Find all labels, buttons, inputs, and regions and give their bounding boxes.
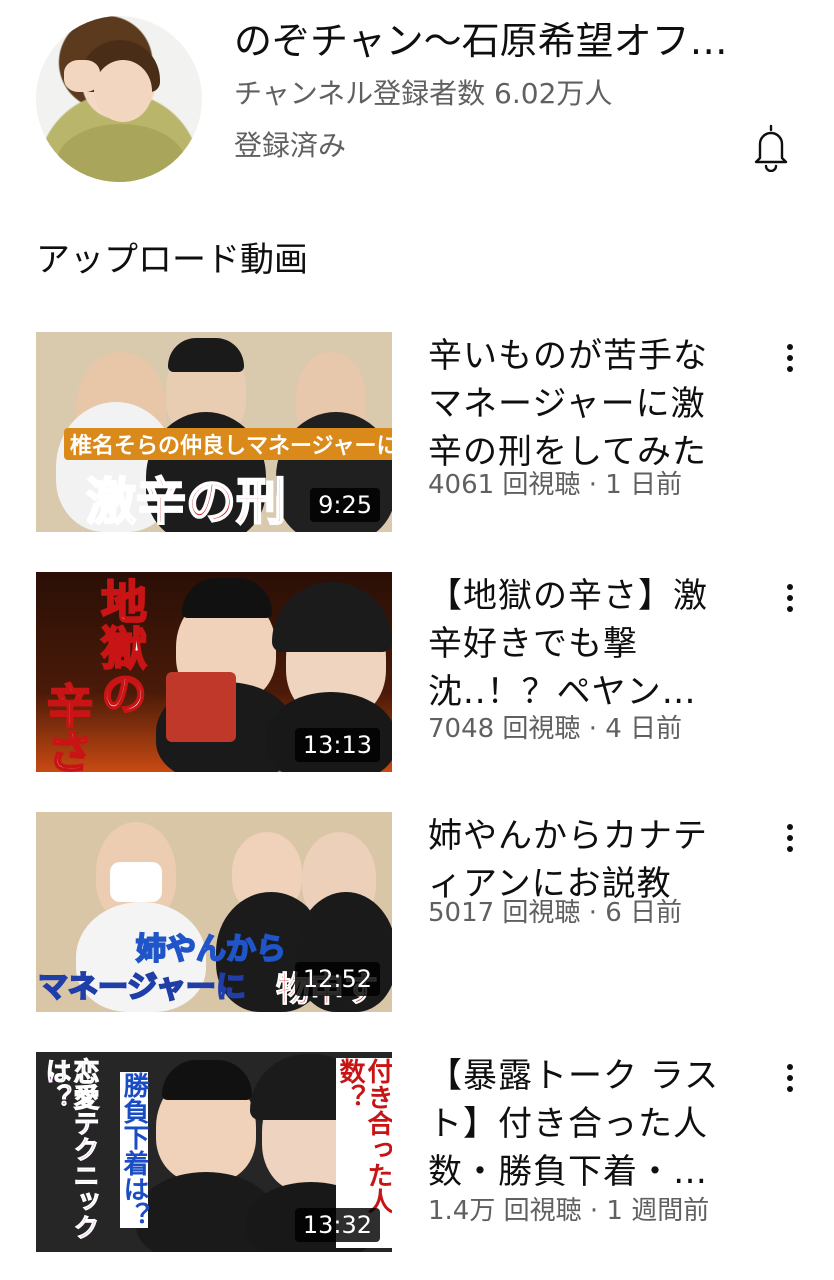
video-duration: 13:32	[294, 1208, 380, 1242]
more-options-button[interactable]	[772, 818, 808, 858]
more-options-button[interactable]	[772, 1058, 808, 1098]
thumbnail-caption: 椎名そらの仲良しマネージャーに	[64, 428, 392, 460]
subscribed-status[interactable]: 登録済み	[234, 126, 346, 166]
video-title[interactable]: 【暴露トーク ラスト】付き合った人数・勝負下着・…	[428, 1052, 728, 1196]
channel-avatar[interactable]	[36, 16, 202, 182]
section-title: アップロード動画	[36, 240, 308, 280]
thumbnail-caption: 恋愛テクニックは？	[41, 1058, 100, 1241]
bell-icon	[754, 124, 788, 173]
channel-name[interactable]: のぞチャン〜石原希望オフ…	[234, 16, 814, 66]
thumbnail-caption: 勝負下着は？	[119, 1072, 149, 1228]
video-item[interactable]: 恋愛テクニックは？ 勝負下着は？ 付き合った人数？ 13:32 【暴露トーク ラ…	[0, 1052, 834, 1258]
video-title[interactable]: 姉やんからカナティアンにお説教	[428, 812, 728, 908]
video-item[interactable]: 地獄の 辛さ 13:13 【地獄の辛さ】激辛好きでも撃沈..！？ペヤング… 70…	[0, 572, 834, 778]
thumbnail-caption: 辛さ	[39, 681, 95, 772]
video-duration: 12:52	[294, 962, 380, 996]
channel-header: のぞチャン〜石原希望オフ… チャンネル登録者数 6.02万人 登録済み	[0, 0, 834, 200]
video-meta: 4061 回視聴 · 1 日前	[428, 470, 683, 500]
thumbnail-caption: 地獄の	[93, 577, 149, 717]
video-title[interactable]: 辛いものが苦手なマネージャーに激辛の刑をしてみた	[428, 332, 728, 476]
notification-bell-button[interactable]	[748, 122, 794, 173]
thumbnail-caption: 激辛の刑	[85, 472, 287, 532]
subscriber-count: チャンネル登録者数 6.02万人	[234, 77, 613, 110]
video-thumbnail[interactable]: 姉やんから マネージャーに 物申す 12:52	[36, 812, 392, 1012]
video-item[interactable]: 椎名そらの仲良しマネージャーに 激辛の刑 9:25 辛いものが苦手なマネージャー…	[0, 332, 834, 538]
video-meta: 1.4万 回視聴 · 1 週間前	[428, 1196, 710, 1226]
video-title[interactable]: 【地獄の辛さ】激辛好きでも撃沈..！？ペヤング…	[428, 572, 728, 716]
video-meta: 7048 回視聴 · 4 日前	[428, 714, 683, 744]
video-duration: 13:13	[294, 728, 380, 762]
video-thumbnail[interactable]: 椎名そらの仲良しマネージャーに 激辛の刑 9:25	[36, 332, 392, 532]
more-options-button[interactable]	[772, 578, 808, 618]
video-meta: 5017 回視聴 · 6 日前	[428, 898, 683, 928]
thumbnail-caption: マネージャーに	[37, 969, 247, 1006]
video-thumbnail[interactable]: 恋愛テクニックは？ 勝負下着は？ 付き合った人数？ 13:32	[36, 1052, 392, 1252]
video-duration: 9:25	[310, 488, 380, 522]
more-options-button[interactable]	[772, 338, 808, 378]
video-thumbnail[interactable]: 地獄の 辛さ 13:13	[36, 572, 392, 772]
video-item[interactable]: 姉やんから マネージャーに 物申す 12:52 姉やんからカナティアンにお説教 …	[0, 812, 834, 1018]
